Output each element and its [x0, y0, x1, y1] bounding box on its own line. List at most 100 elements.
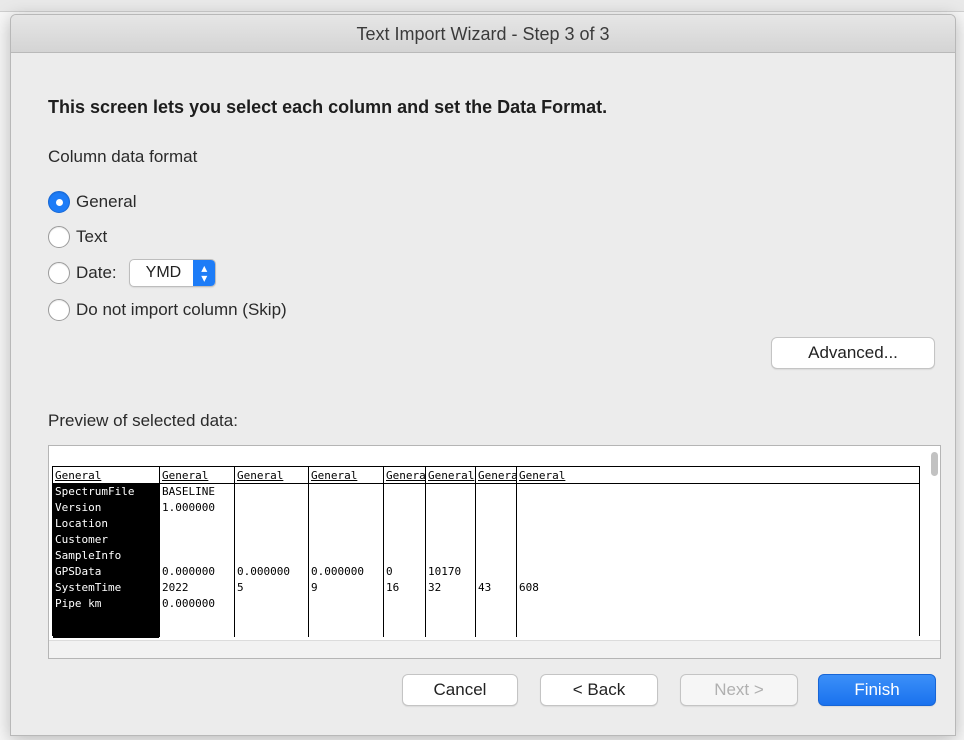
preview-cell [476, 500, 516, 516]
preview-cell: 0.000000 [162, 565, 215, 578]
preview-column[interactable]: General 0.000000 9 [309, 467, 384, 637]
preview-cell [476, 484, 516, 500]
preview-cell: 10170 [428, 565, 462, 578]
preview-cell [517, 516, 920, 532]
preview-content: General SpectrumFile Version Location Cu… [49, 446, 940, 641]
preview-cell [517, 564, 920, 580]
preview-cell [384, 500, 425, 516]
preview-cell [384, 484, 425, 500]
updown-chevron-icon: ▴ ▾ [193, 260, 216, 286]
preview-table: General SpectrumFile Version Location Cu… [52, 466, 920, 638]
back-button[interactable]: < Back [540, 674, 658, 706]
preview-cell: Customer [53, 532, 159, 548]
radio-text-label: Text [76, 227, 108, 246]
preview-cell [426, 500, 475, 516]
radio-skip-row[interactable]: Do not import column (Skip) [48, 299, 287, 321]
preview-cell [384, 596, 425, 612]
preview-cell: 43 [478, 581, 492, 594]
preview-cell [476, 564, 516, 580]
radio-date-row[interactable]: Date: YMD ▴ ▾ [48, 259, 217, 287]
preview-cell: SpectrumFile [53, 484, 159, 500]
preview-cell [309, 596, 383, 612]
preview-column[interactable]: General 0.000000 5 [235, 467, 309, 637]
preview-cell [309, 548, 383, 564]
next-button[interactable]: Next > [680, 674, 798, 706]
vertical-scrollbar[interactable] [931, 452, 938, 476]
preview-column[interactable]: General 0 16 [384, 467, 426, 637]
preview-cell [384, 548, 425, 564]
preview-column[interactable]: General BASELINE 1.000000 0.000000 2022 … [160, 467, 235, 637]
preview-cell: Pipe km [53, 596, 159, 612]
preview-cell [517, 596, 920, 612]
column-header: General [309, 467, 383, 484]
preview-cell: SampleInfo [53, 548, 159, 564]
column-header: General [53, 467, 159, 484]
column-header: General [235, 467, 308, 484]
column-body: SpectrumFile Version Location Customer S… [53, 484, 159, 638]
finish-button[interactable]: Finish [818, 674, 936, 706]
preview-cell [384, 516, 425, 532]
preview-cell [235, 532, 308, 548]
preview-cell: 0.000000 [311, 565, 364, 578]
preview-column[interactable]: General 10170 32 [426, 467, 476, 637]
preview-cell [426, 532, 475, 548]
preview-cell: 1.000000 [162, 501, 215, 514]
preview-cell [476, 516, 516, 532]
preview-cell [160, 516, 234, 532]
preview-cell [426, 484, 475, 500]
preview-cell: 32 [428, 581, 442, 594]
preview-cell: Version [53, 500, 159, 516]
column-header: General [476, 467, 516, 484]
preview-column[interactable]: General SpectrumFile Version Location Cu… [53, 467, 160, 638]
radio-skip-label: Do not import column (Skip) [76, 300, 287, 319]
date-format-select[interactable]: YMD ▴ ▾ [128, 259, 217, 287]
radio-general[interactable] [48, 191, 70, 213]
background-toolbar-strip [0, 0, 964, 12]
instructions-heading: This screen lets you select each column … [48, 97, 608, 117]
preview-cell [235, 484, 308, 500]
column-header: General [160, 467, 234, 484]
preview-cell: 9 [311, 581, 318, 594]
preview-cell [476, 532, 516, 548]
column-header: General [384, 467, 425, 484]
date-format-value: YMD [145, 264, 182, 281]
preview-cell [309, 516, 383, 532]
preview-cell [235, 500, 308, 516]
preview-column[interactable]: General 43 [476, 467, 517, 637]
horizontal-scrollbar[interactable] [49, 640, 940, 658]
preview-cell: 608 [519, 581, 539, 594]
column-header: General [426, 469, 475, 484]
radio-text-row[interactable]: Text [48, 226, 107, 248]
window-title: Text Import Wizard - Step 3 of 3 [11, 15, 955, 53]
preview-cell [517, 500, 920, 516]
preview-cell [160, 548, 234, 564]
advanced-button[interactable]: Advanced... [771, 337, 935, 369]
preview-cell: 2022 [162, 581, 189, 594]
preview-cell [426, 548, 475, 564]
preview-cell [517, 548, 920, 564]
preview-cell [517, 484, 920, 500]
radio-text[interactable] [48, 226, 70, 248]
column-data-format-label: Column data format [48, 147, 198, 166]
preview-cell: BASELINE [162, 485, 215, 498]
radio-date[interactable] [48, 262, 70, 284]
preview-cell [309, 532, 383, 548]
radio-general-row[interactable]: General [48, 191, 136, 213]
preview-cell [426, 516, 475, 532]
preview-cell [309, 484, 383, 500]
cancel-button[interactable]: Cancel [402, 674, 518, 706]
preview-cell [160, 532, 234, 548]
column-header: General [517, 467, 920, 484]
radio-skip[interactable] [48, 299, 70, 321]
preview-cell: 0 [386, 565, 393, 578]
data-preview-pane[interactable]: General SpectrumFile Version Location Cu… [48, 445, 941, 659]
radio-general-label: General [76, 192, 137, 211]
preview-cell: 16 [386, 581, 400, 594]
preview-label: Preview of selected data: [48, 411, 238, 430]
text-import-wizard-dialog: Text Import Wizard - Step 3 of 3 This sc… [10, 14, 956, 736]
preview-cell [517, 532, 920, 548]
preview-cell: 0.000000 [162, 597, 215, 610]
preview-cell: GPSData [53, 564, 159, 580]
preview-cell [476, 596, 516, 612]
preview-column[interactable]: General 608 [517, 467, 920, 637]
